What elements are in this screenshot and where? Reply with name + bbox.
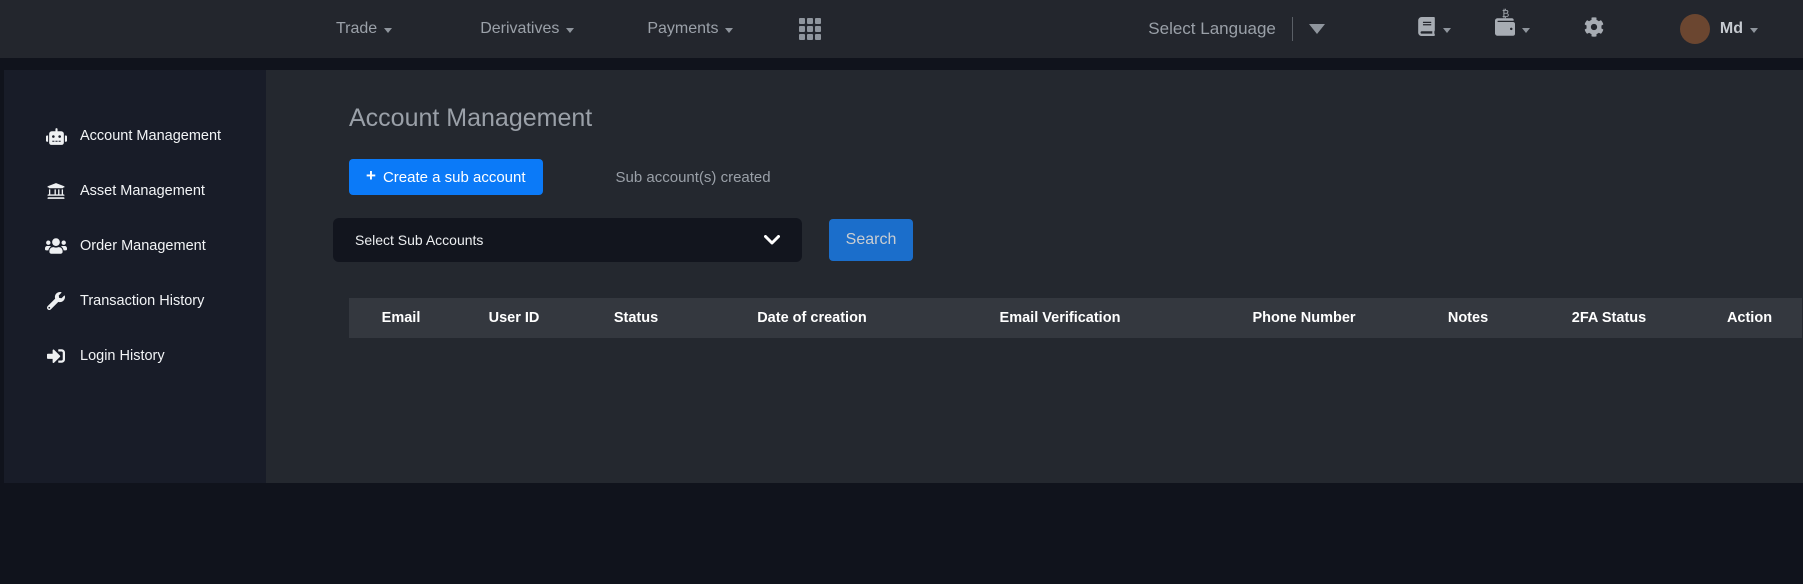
sidebar-item-asset-management[interactable]: Asset Management (4, 171, 266, 211)
sub-accounts-select[interactable]: Select Sub Accounts (333, 218, 802, 262)
nav-derivatives[interactable]: Derivatives (480, 20, 574, 38)
sidebar-item-transaction-history[interactable]: Transaction History (4, 281, 266, 321)
language-selector[interactable]: Select Language (1148, 17, 1325, 41)
create-sub-account-label: Create a sub account (383, 169, 526, 186)
column-header-status: Status (575, 298, 697, 338)
chevron-down-icon (725, 28, 733, 33)
book-icon (1417, 17, 1436, 41)
search-button[interactable]: Search (829, 219, 913, 261)
sidebar-item-login-history[interactable]: Login History (4, 336, 266, 376)
apps-grid-icon[interactable] (799, 18, 821, 40)
users-icon (44, 237, 68, 255)
username-label: Md (1720, 20, 1743, 38)
filter-row: Select Sub Accounts Search (349, 218, 1803, 262)
chevron-down-icon (1443, 28, 1451, 33)
gear-icon (1584, 17, 1604, 42)
column-header-phone-number: Phone Number (1193, 298, 1415, 338)
chevron-down-icon (566, 28, 574, 33)
sidebar-item-label: Transaction History (80, 293, 204, 309)
bitcoin-badge: ₿ (1502, 10, 1509, 20)
language-selector-label: Select Language (1148, 19, 1276, 39)
column-header-email: Email (349, 298, 453, 338)
main-menu: Trade Derivatives Payments (0, 20, 733, 38)
chevron-down-icon (1750, 28, 1758, 33)
orders-menu[interactable] (1417, 17, 1451, 41)
create-sub-account-button[interactable]: + Create a sub account (349, 159, 543, 195)
sidebar-item-account-management[interactable]: Account Management (4, 116, 266, 156)
nav-derivatives-label: Derivatives (480, 20, 559, 38)
language-dropdown-arrow-icon (1309, 24, 1325, 34)
page-body: Account Management Asset Management Orde… (0, 70, 1803, 483)
sidebar-item-order-management[interactable]: Order Management (4, 226, 266, 266)
nav-payments-label: Payments (647, 20, 718, 38)
sidebar-item-label: Asset Management (80, 183, 205, 199)
vertical-divider (1292, 17, 1293, 41)
robot-icon (44, 128, 68, 145)
sub-accounts-select-value: Select Sub Accounts (355, 232, 764, 248)
chevron-down-icon (1522, 28, 1530, 33)
plus-icon: + (366, 166, 376, 186)
wallet-menu[interactable]: ₿ (1495, 17, 1530, 42)
chevron-down-icon (764, 235, 780, 245)
nav-trade[interactable]: Trade (336, 20, 392, 38)
settings-button[interactable] (1584, 17, 1604, 42)
column-header-2fa-status: 2FA Status (1521, 298, 1697, 338)
sub-accounts-table: Email User ID Status Date of creation Em… (349, 298, 1802, 338)
user-menu[interactable]: Md (1680, 14, 1758, 44)
subaccounts-created-note: Sub account(s) created (616, 169, 771, 186)
wallet-icon (1495, 17, 1515, 42)
nav-trade-label: Trade (336, 20, 377, 38)
avatar (1680, 14, 1710, 44)
bank-icon (44, 182, 68, 200)
sidebar-item-label: Login History (80, 348, 165, 364)
page-title: Account Management (349, 104, 1803, 133)
create-row: + Create a sub account Sub account(s) cr… (349, 159, 1803, 195)
sidebar: Account Management Asset Management Orde… (4, 70, 266, 483)
column-header-date-of-creation: Date of creation (697, 298, 927, 338)
nav-payments[interactable]: Payments (647, 20, 733, 38)
top-navbar: Trade Derivatives Payments Select Langua… (0, 0, 1803, 58)
sidebar-item-label: Account Management (80, 128, 221, 144)
sidebar-item-label: Order Management (80, 238, 206, 254)
column-header-email-verification: Email Verification (927, 298, 1193, 338)
wrench-icon (44, 292, 68, 310)
column-header-action: Action (1697, 298, 1802, 338)
navbar-right-cluster: Select Language ₿ Md (1148, 14, 1758, 44)
table-header-row: Email User ID Status Date of creation Em… (349, 298, 1802, 338)
chevron-down-icon (384, 28, 392, 33)
column-header-user-id: User ID (453, 298, 575, 338)
sign-in-icon (44, 347, 68, 365)
column-header-notes: Notes (1415, 298, 1521, 338)
main-panel: Account Management + Create a sub accoun… (266, 70, 1803, 483)
